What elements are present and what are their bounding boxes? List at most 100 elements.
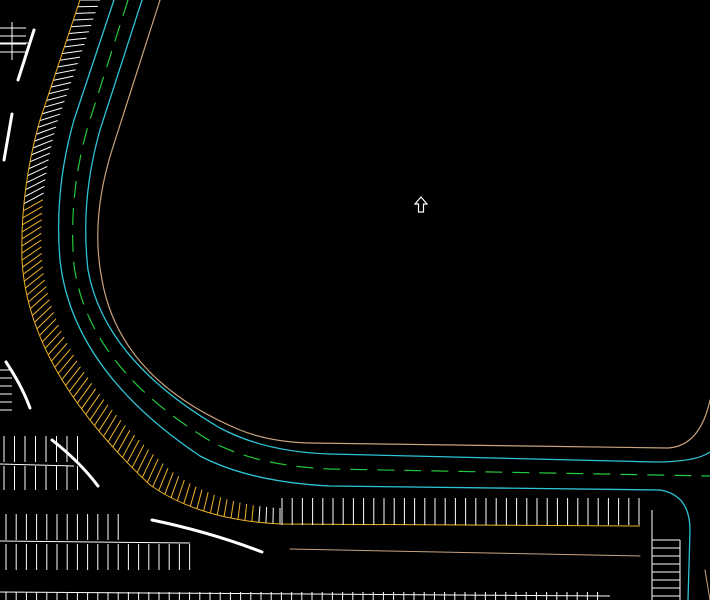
parking-stall-line: [22, 259, 43, 275]
parking-stall-line: [62, 50, 83, 55]
parking-stall-line: [176, 479, 185, 501]
up-arrow-cursor-icon: [414, 196, 428, 213]
parking-stall-line: [69, 371, 85, 392]
parking-stall-line: [189, 486, 197, 507]
road-edge-inner-boundary: [97, 0, 710, 449]
parking-stall-line: [22, 212, 43, 226]
parking-islands: [2, 28, 264, 554]
parking-stall-line: [121, 434, 135, 458]
parking-stall-line: [258, 506, 261, 523]
parking-stall-line: [265, 506, 268, 524]
parking-stall-line: [37, 120, 59, 128]
parking-stall-line: [0, 591, 611, 597]
parking-stall-line: [55, 69, 76, 75]
stall-strip-edge: [21, 0, 641, 527]
parking-stall-line: [251, 505, 254, 522]
parking-stall-line: [39, 318, 57, 336]
parking-stall-line: [23, 199, 44, 212]
parking-stall-line: [51, 342, 68, 362]
island-lower-curve: [50, 438, 100, 488]
parking-stall-line: [76, 383, 93, 404]
island-bottom-curve: [150, 518, 264, 554]
parking-stall-line: [44, 101, 65, 108]
parking-stall-line: [107, 419, 122, 443]
parking-stall-line: [223, 499, 228, 517]
parking-stall-line: [57, 354, 74, 374]
parking-stall-line: [28, 286, 47, 303]
parking-stall-line: [44, 330, 62, 349]
parking-stall-line: [26, 279, 46, 296]
parking-stall-line: [72, 377, 89, 398]
parking-stall-line: [98, 409, 113, 432]
parking-stall-line: [21, 246, 42, 261]
parking-stall-line: [131, 444, 145, 468]
parking-stall-line: [46, 94, 67, 101]
road-edge-right-stub: [704, 569, 710, 600]
parking-stall-line: [39, 113, 61, 122]
parking-stalls-right-column: [651, 510, 681, 600]
parking-stall-line: [183, 483, 191, 504]
parking-stall-line: [230, 501, 235, 519]
parking-stall-line: [22, 205, 43, 219]
parking-stall-line: [203, 492, 209, 512]
parking-stalls-left-curve: [21, 0, 641, 527]
parking-stall-line: [209, 494, 215, 514]
curb-line-inner: [85, 0, 710, 463]
parking-stall-line: [36, 312, 55, 330]
parking-stall-line: [112, 424, 126, 448]
parking-stall-line: [31, 299, 50, 316]
parking-stall-line: [22, 253, 42, 268]
parking-lot-stalls: [0, 22, 611, 600]
road-edge-lower-boundary: [289, 548, 641, 557]
parking-stall-line: [237, 502, 241, 520]
parking-stall-line: [23, 266, 43, 282]
parking-stall-line: [103, 414, 117, 437]
parking-stall-line: [35, 126, 57, 135]
parking-stall-line: [48, 88, 70, 95]
parking-stall-line: [61, 360, 78, 380]
parking-stall-line: [47, 336, 65, 356]
parking-stall-line: [29, 292, 49, 310]
parking-stalls-bottom-row: [281, 498, 640, 525]
parking-stall-line: [126, 439, 140, 463]
curb-line-outer: [57, 0, 691, 600]
parking-stall-line: [57, 62, 78, 68]
parking-stall-line: [21, 232, 42, 247]
parking-stall-line: [24, 185, 45, 198]
island-left-lower: [4, 360, 32, 410]
parking-stall-line: [81, 388, 97, 410]
parking-stall-line: [59, 56, 81, 61]
parking-stall-line: [54, 348, 71, 368]
parking-stall-line: [164, 472, 174, 495]
parking-stall-line: [68, 31, 89, 34]
parking-stall-line: [21, 219, 42, 233]
parking-stall-line: [0, 463, 75, 467]
island-left-mid: [2, 112, 14, 162]
parking-stall-line: [66, 37, 87, 41]
cad-drawing-canvas[interactable]: [0, 0, 710, 600]
parking-stall-line: [34, 133, 55, 142]
parking-stall-line: [136, 449, 150, 473]
parking-stall-line: [23, 192, 44, 205]
parking-stall-line: [25, 273, 44, 289]
parking-stall-line: [21, 226, 42, 240]
parking-stall-line: [216, 497, 222, 516]
parking-stall-line: [41, 324, 59, 343]
parking-stall-line: [75, 12, 96, 14]
parking-stall-line: [50, 81, 72, 88]
parking-stall-line: [53, 75, 74, 81]
parking-stall-line: [94, 404, 109, 426]
parking-stall-line: [21, 239, 42, 254]
parking-stall-line: [244, 504, 248, 521]
parking-stall-line: [89, 399, 105, 421]
parking-stall-line: [170, 476, 180, 498]
parking-stall-line: [41, 107, 63, 115]
parking-stall-line: [34, 305, 52, 323]
parking-stall-line: [0, 540, 191, 544]
parking-stall-line: [64, 43, 85, 48]
parking-stall-line: [196, 489, 203, 509]
parking-stall-line: [117, 429, 131, 453]
parking-stall-line: [65, 366, 81, 386]
island-top-left: [16, 28, 36, 82]
parking-stall-line: [73, 18, 94, 21]
